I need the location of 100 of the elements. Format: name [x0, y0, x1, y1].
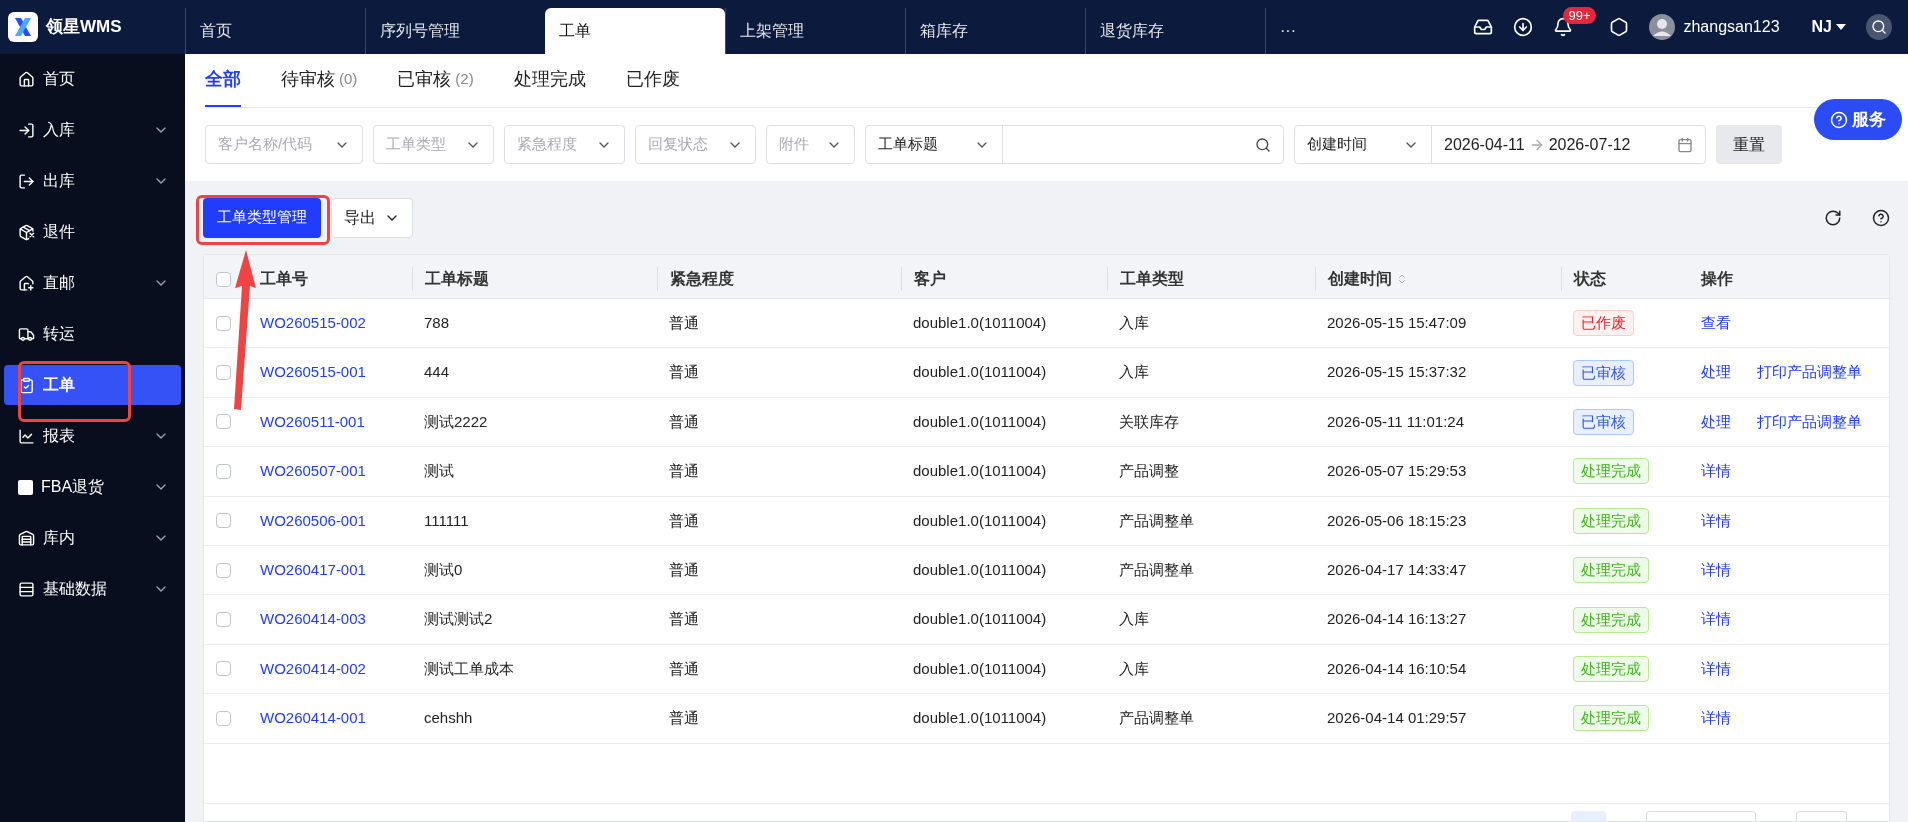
column-header: 工单类型 [1120, 269, 1184, 289]
sidebar-item[interactable]: 转运 [4, 314, 181, 354]
checkbox[interactable] [216, 315, 231, 331]
house-icon [18, 274, 35, 292]
sidebar-item[interactable]: 报表 [4, 416, 181, 456]
reset-button[interactable]: 重置 [1716, 125, 1782, 164]
action-link[interactable]: 详情 [1701, 657, 1731, 681]
order-link[interactable]: WO260515-001 [260, 361, 366, 384]
sidebar-item[interactable]: 退件 [4, 212, 181, 252]
sidebar-item[interactable]: 首页 [4, 59, 181, 99]
table-cell-text: 产品调整 [1119, 461, 1179, 482]
checkbox[interactable] [216, 562, 231, 578]
status-tab[interactable]: 待审核 (0) [281, 54, 358, 107]
column-header: 工单标题 [425, 269, 489, 289]
warehouse-switcher[interactable]: NJ [1811, 15, 1846, 39]
table-cell-text: 2026-04-14 16:10:54 [1327, 658, 1467, 679]
checkbox[interactable] [216, 710, 231, 726]
column-header: 客户 [914, 269, 946, 289]
sidebar-item[interactable]: 工单 [4, 365, 181, 405]
sidebar-item[interactable]: 出库 [4, 161, 181, 201]
order-link[interactable]: WO260414-003 [260, 608, 366, 631]
status-tag: 已作废 [1573, 310, 1634, 337]
search-icon [1871, 19, 1887, 35]
order-link[interactable]: WO260511-001 [260, 410, 365, 434]
checkbox[interactable] [216, 463, 231, 479]
square-icon [18, 479, 33, 495]
title-search-field[interactable]: 工单标题 [865, 125, 1284, 164]
action-link[interactable]: 详情 [1701, 558, 1731, 582]
table-cell-text: 产品调整单 [1119, 708, 1194, 729]
checkbox[interactable] [216, 271, 231, 287]
table-cell-text: 测试2222 [424, 411, 488, 432]
action-link[interactable]: 打印产品调整单 [1757, 410, 1862, 434]
order-link[interactable]: WO260506-001 [260, 509, 366, 532]
order-link[interactable]: WO260417-001 [260, 558, 366, 582]
checkbox[interactable] [216, 365, 231, 381]
sort-icon[interactable] [1396, 273, 1408, 285]
table-cell-text: 普通 [669, 411, 699, 432]
inbox-icon[interactable] [1473, 17, 1494, 37]
sidebar-item[interactable]: 入库 [4, 110, 181, 150]
download-icon[interactable] [1513, 17, 1534, 37]
pagination-button[interactable] [1571, 811, 1606, 821]
sidebar-item[interactable]: 直邮 [4, 263, 181, 303]
action-link[interactable]: 处理 [1701, 410, 1731, 434]
checkbox[interactable] [216, 513, 231, 529]
column-header: 操作 [1701, 269, 1733, 289]
order-link[interactable]: WO260515-002 [260, 311, 366, 335]
checkbox[interactable] [216, 661, 231, 677]
table-cell-text: 入库 [1119, 362, 1149, 383]
help-icon [1830, 110, 1848, 129]
status-tab[interactable]: 处理完成 [513, 54, 586, 107]
table-cell-text: 入库 [1119, 609, 1149, 630]
exit-icon [18, 172, 35, 190]
page-jump-field[interactable] [1796, 811, 1847, 821]
action-link[interactable]: 打印产品调整单 [1757, 361, 1862, 384]
status-tab[interactable]: 全部 [205, 54, 241, 107]
table-cell-text: 测试测试2 [424, 609, 493, 630]
table-cell-text: double1.0(1011004) [913, 362, 1047, 383]
checkbox[interactable] [216, 414, 231, 430]
sidebar-item[interactable]: 基础数据 [4, 569, 181, 609]
action-link[interactable]: 详情 [1701, 707, 1731, 730]
table-cell-text: 2026-04-14 16:13:27 [1327, 609, 1467, 630]
table-cell-text: 测试0 [424, 559, 463, 580]
order-link[interactable]: WO260507-001 [260, 460, 366, 483]
table-cell-text: cehshh [424, 708, 473, 729]
column-header: 紧急程度 [670, 269, 734, 289]
status-tab[interactable]: 已审核 (2) [397, 54, 474, 107]
calendar-icon [1677, 136, 1693, 153]
table-cell-text: 普通 [669, 559, 699, 580]
help-icon[interactable] [1872, 208, 1890, 227]
enter-icon [18, 121, 35, 139]
refresh-icon[interactable] [1824, 208, 1842, 227]
table-cell-text: 产品调整单 [1119, 510, 1194, 531]
search-button[interactable] [1866, 14, 1892, 40]
table-cell-text: 普通 [669, 362, 699, 383]
username[interactable]: zhangsan123 [1683, 15, 1780, 39]
table-cell-text: double1.0(1011004) [913, 708, 1047, 729]
status-tab[interactable]: 已作废 [625, 54, 680, 107]
box-icon [18, 223, 35, 241]
action-link[interactable]: 查看 [1701, 311, 1731, 335]
sidebar-item[interactable]: FBA退货 [4, 467, 181, 507]
service-button[interactable]: 服务 [1814, 99, 1902, 140]
action-link[interactable]: 详情 [1701, 608, 1731, 631]
sidebar-item[interactable]: 库内 [4, 518, 181, 558]
status-tag: 处理完成 [1573, 507, 1649, 534]
page-tab[interactable]: 工单 [545, 8, 725, 54]
status-tag: 处理完成 [1573, 557, 1649, 584]
status-tag: 处理完成 [1573, 606, 1649, 633]
action-link[interactable]: 详情 [1701, 509, 1731, 532]
action-link[interactable]: 处理 [1701, 361, 1731, 384]
action-link[interactable]: 详情 [1701, 460, 1731, 483]
page-size-select[interactable] [1646, 811, 1756, 821]
date-range-field[interactable]: 创建时间 2026-04-11 2026-07-12 [1294, 125, 1706, 164]
order-link[interactable]: WO260414-002 [260, 657, 366, 681]
warehouse-icon [18, 529, 35, 547]
avatar-icon[interactable] [1649, 14, 1676, 40]
export-button[interactable]: 导出 [331, 197, 413, 238]
logo-icon [8, 12, 38, 42]
order-link[interactable]: WO260414-001 [260, 707, 366, 730]
checkbox[interactable] [216, 612, 231, 628]
work-order-type-button[interactable]: 工单类型管理 [203, 197, 321, 238]
